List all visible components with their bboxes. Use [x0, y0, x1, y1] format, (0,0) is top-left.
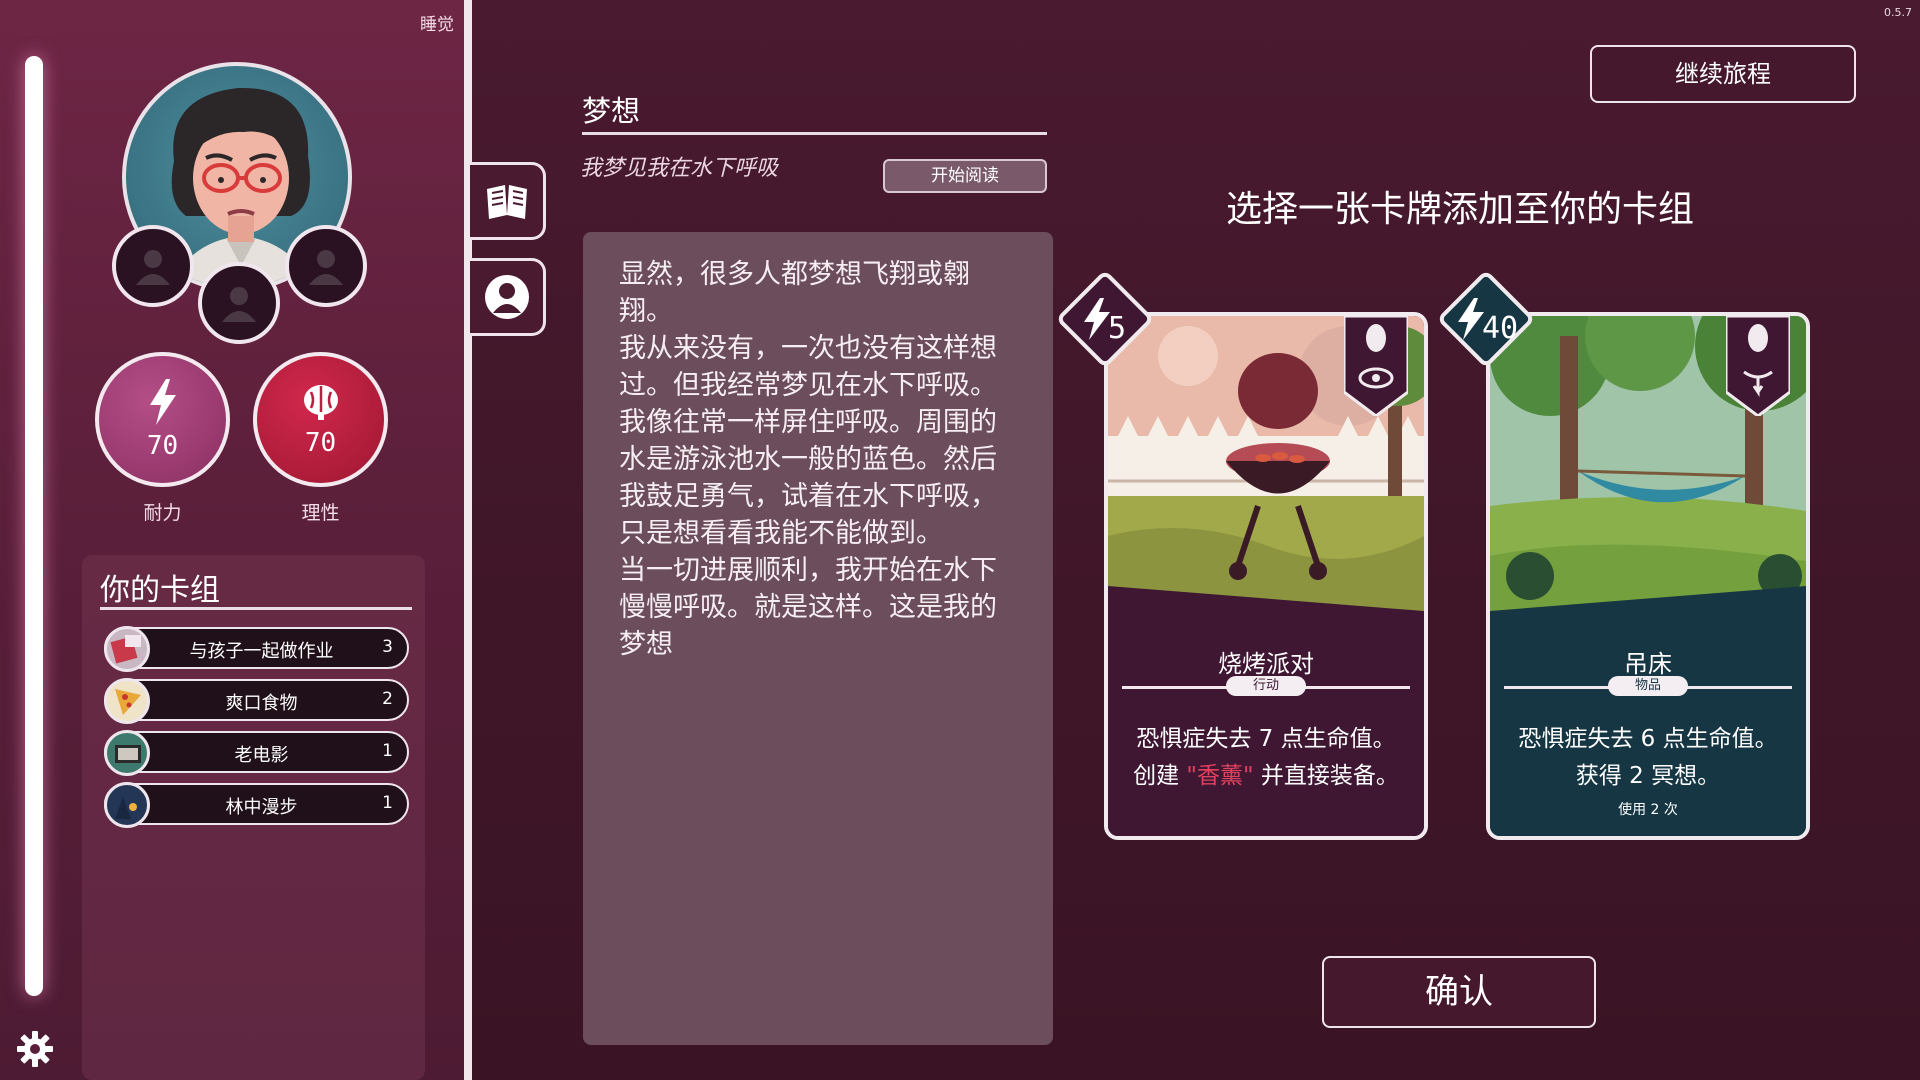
deck-item-count: 1: [382, 741, 393, 761]
card-type-badge: 行动: [1226, 676, 1306, 696]
person-icon: [136, 250, 170, 285]
start-reading-button[interactable]: 开始阅读: [883, 159, 1047, 193]
card-category-ribbon: [1726, 316, 1790, 416]
deck-item-name: 林中漫步: [225, 797, 298, 818]
card-desc-prefix: 创建: [1133, 763, 1187, 789]
companion-slot-3[interactable]: [285, 225, 367, 307]
deck-title: 你的卡组: [100, 573, 220, 608]
card-description: 恐惧症失去 6 点生命值。 获得 2 冥想。 使用 2 次: [1490, 721, 1806, 825]
deck-item-count: 2: [382, 689, 393, 709]
card-desc-suffix: 并直接装备。: [1253, 763, 1399, 789]
card-desc-highlight: "香薰": [1186, 763, 1254, 789]
card-body: [1108, 586, 1424, 836]
card-desc-line1: 恐惧症失去 6 点生命值。: [1518, 726, 1778, 752]
deck-panel: 你的卡组 与孩子一起做作业 3 爽口食物 2 老电影 1 林中漫步 1: [82, 555, 425, 1080]
person-icon: [484, 275, 529, 319]
sanity-stat: 70: [253, 352, 388, 487]
deck-item[interactable]: 与孩子一起做作业 3: [104, 626, 409, 672]
card-name: 吊床: [1624, 650, 1672, 678]
homework-card-thumbnail: [104, 626, 150, 672]
dream-text-panel[interactable]: 显然，很多人都梦想飞翔或翱 翔。 我从来没有，一次也没有这样想 过。但我经常梦见…: [583, 232, 1053, 1045]
card-name: 烧烤派对: [1218, 650, 1314, 678]
sleep-progress-bar: [25, 56, 43, 996]
deck-item[interactable]: 林中漫步 1: [104, 782, 409, 828]
dream-title: 梦想: [582, 94, 641, 128]
tab-journal[interactable]: [470, 162, 546, 240]
card-cost: 5: [1064, 284, 1144, 354]
card-desc-line2: 获得 2 冥想。: [1575, 763, 1721, 789]
pizza-card-thumbnail: [104, 678, 150, 724]
card-cost-value: 40: [1481, 310, 1519, 346]
sidebar: 睡觉 70 耐力 70 理性 你的卡组 与孩子一起做作业 3 爽口食物 2 老电…: [0, 0, 465, 1080]
open-book-icon: [486, 185, 527, 219]
card-cost: 40: [1447, 284, 1527, 354]
dream-subtitle: 我梦见我在水下呼吸: [580, 156, 779, 181]
card-uses: 使用 2 次: [1618, 802, 1678, 818]
card-category-ribbon: [1344, 316, 1408, 416]
deck-item-name: 老电影: [234, 745, 289, 766]
sleep-label: 睡觉: [420, 15, 454, 35]
brain-icon: [303, 384, 338, 420]
deck-item-name: 与孩子一起做作业: [189, 641, 334, 662]
confirm-button[interactable]: 确认: [1322, 956, 1596, 1028]
sanity-label: 理性: [301, 502, 340, 524]
forest-walk-card-thumbnail: [104, 782, 150, 828]
deck-item[interactable]: 老电影 1: [104, 730, 409, 776]
card-description: 恐惧症失去 7 点生命值。 创建 "香薰" 并直接装备。: [1108, 721, 1424, 795]
lightning-icon: [149, 378, 176, 425]
card-type-badge: 物品: [1608, 676, 1688, 696]
stamina-stat: 70: [95, 352, 230, 487]
companion-slot-1[interactable]: [112, 225, 194, 307]
card-cost-value: 5: [1107, 310, 1127, 346]
person-icon: [222, 287, 256, 322]
deck-item[interactable]: 爽口食物 2: [104, 678, 409, 724]
deck-divider: [100, 607, 412, 610]
dream-title-divider: [582, 132, 1047, 135]
stamina-value: 70: [146, 430, 179, 461]
companion-slot-2[interactable]: [198, 262, 280, 344]
deck-item-count: 1: [382, 793, 393, 813]
deck-item-count: 3: [382, 637, 393, 657]
continue-journey-button[interactable]: 继续旅程: [1590, 45, 1856, 103]
card-bbq-party[interactable]: 烧烤派对 行动 恐惧症失去 7 点生命值。 创建 "香薰" 并直接装备。: [1104, 312, 1428, 840]
dream-text: 显然，很多人都梦想飞翔或翱 翔。 我从来没有，一次也没有这样想 过。但我经常梦见…: [619, 259, 997, 660]
deck-item-name: 爽口食物: [225, 693, 298, 714]
tab-character[interactable]: [470, 258, 546, 336]
sanity-value: 70: [304, 427, 337, 458]
stamina-label: 耐力: [143, 502, 182, 524]
card-hammock[interactable]: 吊床 物品 恐惧症失去 6 点生命值。 获得 2 冥想。 使用 2 次: [1486, 312, 1810, 840]
card-desc-line2: 创建 "香薰" 并直接装备。: [1108, 758, 1424, 795]
old-movie-card-thumbnail: [104, 730, 150, 776]
card-desc-line1: 恐惧症失去 7 点生命值。: [1136, 726, 1396, 752]
version-label: 0.5.7: [1884, 6, 1912, 19]
selection-title: 选择一张卡牌添加至你的卡组: [1225, 189, 1694, 230]
person-icon: [309, 250, 343, 285]
settings-gear-icon[interactable]: [16, 1030, 54, 1068]
